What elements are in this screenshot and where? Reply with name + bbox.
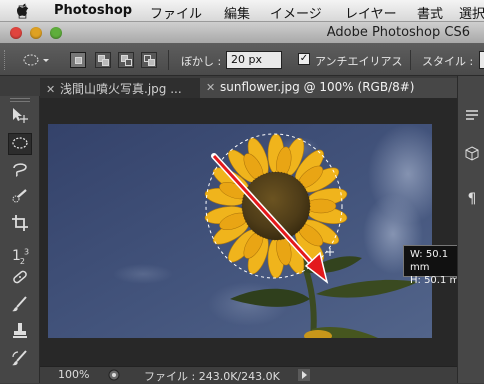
zoom-window-button[interactable]: [50, 27, 62, 39]
lasso-tool-icon[interactable]: [8, 160, 32, 182]
menu-app-name[interactable]: Photoshop: [54, 3, 132, 18]
options-bar-grip[interactable]: [4, 50, 9, 70]
window-title: Adobe Photoshop CS6: [326, 25, 470, 40]
sunflower-photo: [48, 124, 432, 338]
3d-panel-icon[interactable]: [464, 146, 480, 162]
tab-asama-photo[interactable]: ✕ 浅間山噴火写真.jpg ...: [40, 78, 200, 98]
title-bar: Adobe Photoshop CS6: [0, 22, 484, 44]
style-select[interactable]: [479, 51, 484, 69]
menu-file[interactable]: ファイル: [150, 3, 202, 22]
tab-label: 浅間山噴火写真.jpg ...: [60, 82, 182, 96]
antialias-label: アンチエイリアス: [315, 55, 403, 68]
close-tab-icon[interactable]: ✕: [46, 83, 60, 96]
paragraph-style-icon[interactable]: [464, 108, 480, 124]
image-canvas[interactable]: [48, 124, 432, 338]
menu-type[interactable]: 書式: [417, 3, 443, 22]
menu-image[interactable]: イメージ: [270, 3, 322, 22]
zoom-level[interactable]: 100%: [58, 368, 89, 381]
intersect-with-selection-button[interactable]: [141, 52, 157, 68]
close-tab-icon[interactable]: ✕: [206, 81, 220, 94]
menu-layer[interactable]: レイヤー: [345, 3, 397, 22]
status-bar: 100% ファイル : 243.0K/243.0K: [40, 366, 457, 383]
tool-preset-picker[interactable]: [22, 53, 50, 67]
file-size-info: ファイル : 243.0K/243.0K: [144, 370, 280, 383]
tools-panel: 123: [0, 96, 40, 383]
clone-stamp-tool-icon[interactable]: [8, 322, 32, 344]
count-tool-icon[interactable]: 123: [8, 241, 32, 265]
document-tab-bar: ✕ 浅間山噴火写真.jpg ... ✕ sunflower.jpg @ 100% (…: [40, 78, 457, 98]
elliptical-marquee-tool-icon[interactable]: [8, 133, 32, 155]
menu-edit[interactable]: 編集: [224, 3, 250, 22]
minimize-window-button[interactable]: [30, 27, 42, 39]
close-window-button[interactable]: [10, 27, 22, 39]
feather-input[interactable]: 20 px: [226, 51, 282, 69]
elliptical-marquee-preset-icon: [23, 54, 39, 66]
right-panel-dock: ¶: [457, 76, 484, 383]
move-tool-icon[interactable]: [8, 106, 32, 128]
antialias-checkbox[interactable]: ✓: [298, 53, 310, 65]
tab-sunflower[interactable]: ✕ sunflower.jpg @ 100% (RGB/8#): [200, 78, 457, 98]
new-selection-button[interactable]: [70, 52, 86, 68]
crop-tool-icon[interactable]: [8, 214, 32, 236]
subtract-from-selection-button[interactable]: [118, 52, 134, 68]
play-arrow-icon[interactable]: [298, 369, 310, 381]
menu-bar:  Photoshop ファイル 編集 イメージ レイヤー 書式 選択: [0, 0, 484, 22]
style-label: スタイル :: [422, 55, 474, 68]
feather-label: ぼかし :: [181, 55, 222, 68]
history-brush-tool-icon[interactable]: [8, 349, 32, 371]
options-bar: ぼかし : 20 px ✓ アンチエイリアス スタイル :: [0, 44, 484, 76]
quick-selection-tool-icon[interactable]: [8, 187, 32, 209]
add-to-selection-button[interactable]: [95, 52, 111, 68]
brush-tool-icon[interactable]: [8, 295, 32, 317]
healing-brush-tool-icon[interactable]: [8, 268, 32, 290]
options-divider-2: [410, 50, 411, 70]
chevron-down-icon: [43, 59, 49, 62]
options-divider: [168, 50, 169, 70]
tab-label: sunflower.jpg @ 100% (RGB/8#): [220, 80, 415, 94]
apple-logo-icon[interactable]: [16, 3, 30, 19]
share-icon[interactable]: [108, 369, 120, 381]
paragraph-panel-icon[interactable]: ¶: [464, 191, 480, 207]
tools-panel-grip[interactable]: [10, 98, 30, 102]
menu-select[interactable]: 選択: [459, 3, 484, 22]
